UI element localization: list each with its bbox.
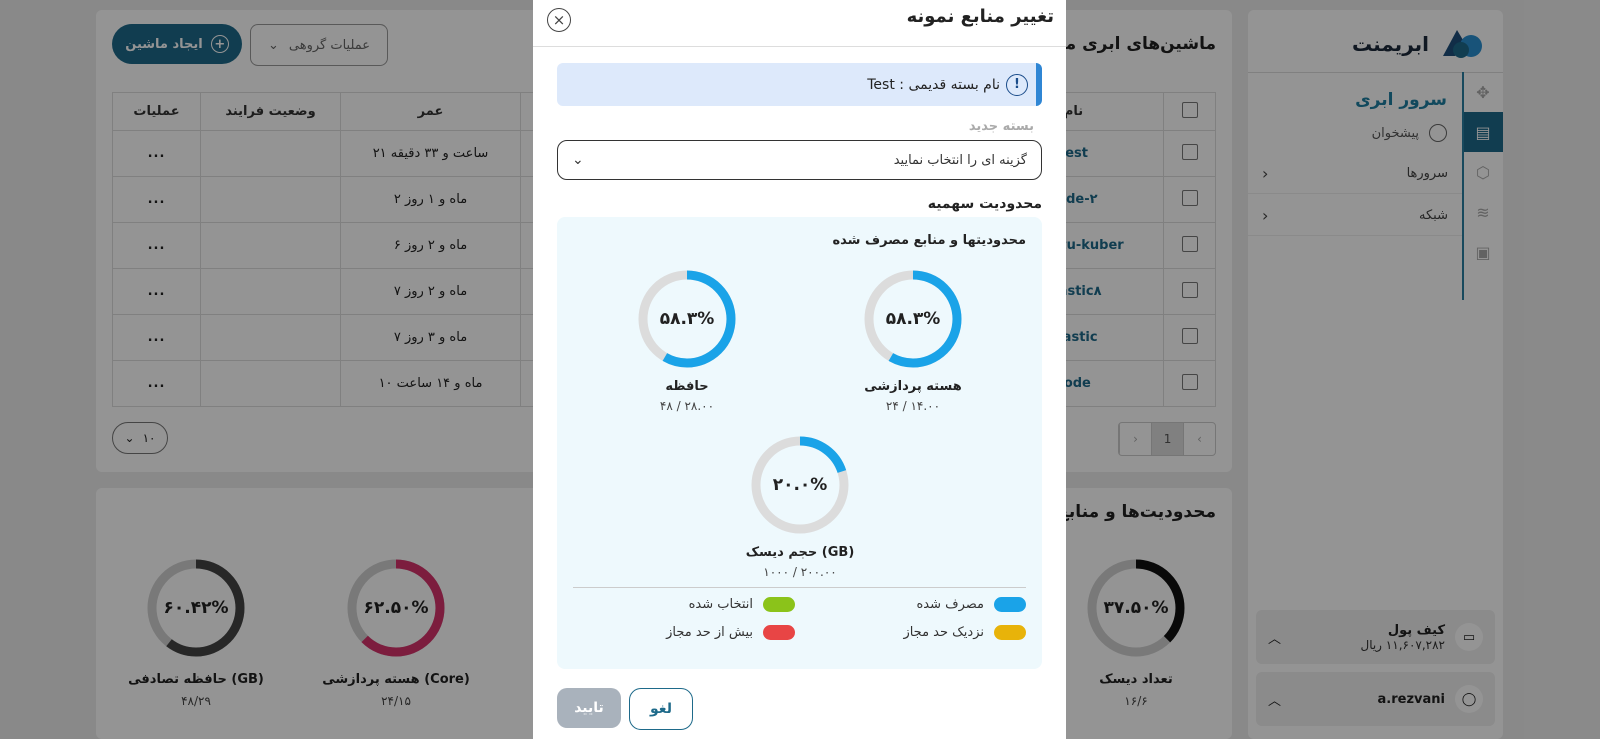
ring-value: ۱۰۰۰ / ۲۰۰.۰۰: [763, 565, 837, 579]
divider: [573, 587, 1026, 588]
ring-label: هسته پردازشی: [864, 379, 962, 394]
legend-swatch-over-limit: [763, 625, 795, 640]
chevron-down-icon: ⌄: [572, 152, 584, 168]
quota-label: محدودیت سهمیه: [927, 196, 1042, 212]
change-resources-modal: تغییر منابع نمونه × ! نام بسته قدیمی : T…: [533, 0, 1066, 739]
modal-title: تغییر منابع نمونه: [906, 6, 1054, 27]
ring-percent: ۵۸.۳%: [659, 309, 715, 329]
ring-label: حافظه: [665, 379, 709, 394]
close-icon[interactable]: ×: [547, 8, 571, 32]
legend-label: انتخاب شده: [688, 597, 753, 612]
legend-selected: انتخاب شده: [689, 597, 795, 612]
cancel-button[interactable]: لغو: [629, 688, 693, 730]
ring-percent: ۲۰.۰%: [772, 475, 828, 495]
ring-percent: ۵۸.۳%: [885, 309, 941, 329]
old-package-text: نام بسته قدیمی : Test: [867, 76, 1000, 93]
ring-label: حجم دیسک (GB): [745, 545, 855, 560]
info-icon: !: [1006, 73, 1028, 96]
legend-swatch-near-limit: [994, 625, 1026, 640]
divider: [533, 46, 1066, 47]
legend-swatch-selected: [763, 597, 795, 612]
new-package-select[interactable]: گزینه ای را انتخاب نمایید ⌄: [557, 140, 1042, 180]
ring-value: ۲۴ / ۱۴.۰۰: [885, 399, 941, 413]
ring-value: ۴۸ / ۲۸.۰۰: [659, 399, 715, 413]
legend-label: نزدیک حد مجاز: [903, 625, 984, 640]
new-package-label: بسته جدید: [968, 119, 1034, 134]
legend-used: مصرف شده: [916, 597, 1026, 612]
select-placeholder: گزینه ای را انتخاب نمایید: [893, 152, 1027, 168]
legend-over-limit: بیش از حد مجاز: [666, 625, 795, 640]
old-package-info: ! نام بسته قدیمی : Test: [557, 63, 1042, 106]
legend-swatch-used: [994, 597, 1026, 612]
legend-near-limit: نزدیک حد مجاز: [903, 625, 1026, 640]
quota-panel-title: محدودیتها و منابع مصرف شده: [832, 233, 1026, 248]
legend-label: مصرف شده: [916, 597, 984, 612]
quota-panel: محدودیتها و منابع مصرف شده ۵۸.۳% هسته پر…: [557, 217, 1042, 669]
legend-label: بیش از حد مجاز: [666, 625, 753, 640]
confirm-button[interactable]: تایید: [557, 688, 621, 728]
